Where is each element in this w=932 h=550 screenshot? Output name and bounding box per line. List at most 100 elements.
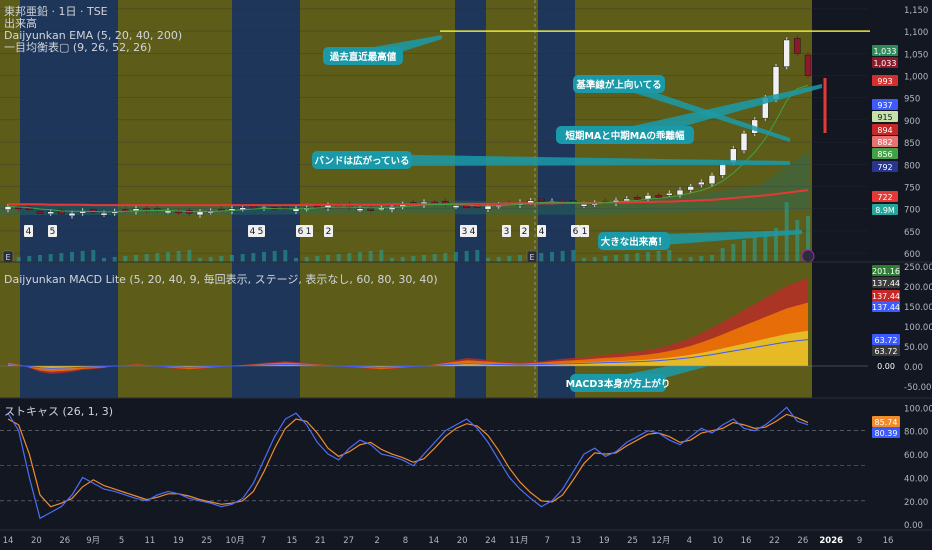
time-axis-label: 19 bbox=[173, 536, 184, 546]
stage-band bbox=[232, 0, 300, 398]
price-badge-label: 937 bbox=[877, 101, 892, 110]
volume-bar bbox=[326, 255, 330, 262]
price-badge-label: 792 bbox=[877, 163, 892, 172]
time-axis-label: 14 bbox=[428, 536, 439, 546]
volume-bar bbox=[347, 253, 352, 262]
stage-number: 5 bbox=[258, 227, 264, 237]
stage-number: 3 bbox=[504, 227, 510, 237]
candle-body bbox=[783, 39, 790, 67]
time-axis-label: 26 bbox=[797, 536, 808, 546]
price-tick-label: 750 bbox=[904, 184, 920, 194]
macd-legend[interactable]: Daijyunkan MACD Lite (5, 20, 40, 9, 毎回表示… bbox=[4, 274, 438, 286]
candle-body bbox=[676, 189, 684, 196]
stage-number: 4 bbox=[250, 227, 256, 237]
stage-band bbox=[118, 0, 232, 398]
candle-body bbox=[538, 198, 545, 202]
stage-number: 1 bbox=[306, 227, 312, 237]
time-axis-label: 2 bbox=[374, 536, 379, 546]
candle-body bbox=[100, 212, 108, 216]
volume-bar bbox=[112, 257, 117, 262]
volume-bar bbox=[742, 240, 746, 262]
time-axis-label: 20 bbox=[457, 536, 468, 546]
volume-bar bbox=[603, 256, 608, 262]
legend-stoch[interactable]: ストキャス (26, 1, 3) bbox=[4, 406, 113, 418]
stoch-legend[interactable]: ストキャス (26, 1, 3) bbox=[4, 406, 113, 418]
annotation-text: MACD3本身が方上がり bbox=[566, 378, 671, 390]
price-badge-label: 8.9M bbox=[875, 206, 895, 215]
time-axis-label: 25 bbox=[201, 536, 212, 546]
candle-body bbox=[356, 208, 364, 211]
candle-body bbox=[250, 205, 257, 209]
volume-bar bbox=[678, 258, 682, 262]
time-axis-label: 12月 bbox=[651, 536, 670, 546]
volume-bar bbox=[315, 256, 320, 262]
stage-number: 4 bbox=[470, 227, 476, 237]
candle-body bbox=[655, 195, 662, 198]
stage-band bbox=[530, 0, 538, 398]
macd-badge-label: 137.44 bbox=[872, 279, 900, 288]
volume-bar bbox=[91, 250, 96, 262]
time-axis-label: 10月 bbox=[225, 536, 244, 546]
volume-bar bbox=[102, 258, 106, 262]
volume-bar bbox=[518, 255, 522, 262]
time-axis-label: 8 bbox=[403, 536, 408, 546]
volume-bar bbox=[208, 257, 213, 262]
volume-bar bbox=[688, 257, 693, 262]
annotation-text: バンドは広がっている bbox=[314, 155, 409, 167]
stage-band bbox=[20, 0, 118, 398]
price-tick-label: 600 bbox=[904, 250, 920, 260]
candle-body bbox=[452, 205, 460, 208]
time-axis-label: 16 bbox=[741, 536, 752, 546]
stoch-tick-label: 80.00 bbox=[904, 428, 928, 438]
volume-bar bbox=[710, 255, 714, 262]
legend-macd[interactable]: Daijyunkan MACD Lite (5, 20, 40, 9, 毎回表示… bbox=[4, 274, 438, 286]
macd-badge-label: 63.72 bbox=[875, 347, 898, 356]
price-badge-label: 894 bbox=[877, 126, 892, 135]
time-axis-label: 5 bbox=[119, 536, 124, 546]
stage-number: 4 bbox=[539, 227, 545, 237]
volume-bar bbox=[27, 256, 32, 262]
price-badge-label: 993 bbox=[877, 77, 892, 86]
price-badge-label: 915 bbox=[877, 113, 892, 122]
macd-badge-label: 201.16 bbox=[872, 267, 900, 276]
price-badge-label: 1,033 bbox=[874, 59, 897, 68]
time-axis-label: 15 bbox=[286, 536, 297, 546]
time-axis-label: 24 bbox=[485, 536, 496, 546]
legend-ichimoku[interactable]: 一目均衡表▢ (9, 26, 52, 26) bbox=[4, 42, 182, 54]
time-axis-label: 20 bbox=[31, 536, 42, 546]
macd-badge-label: 137.44 bbox=[872, 303, 900, 312]
candle-body bbox=[47, 211, 54, 215]
future-area bbox=[812, 0, 870, 398]
price-tick-label: 800 bbox=[904, 161, 920, 171]
stage-number: 4 bbox=[26, 227, 32, 237]
candle-body bbox=[740, 133, 748, 151]
volume-bar bbox=[123, 256, 128, 262]
volume-bar bbox=[432, 254, 437, 262]
earnings-marker-label: E bbox=[5, 253, 10, 262]
volume-bar bbox=[464, 251, 469, 262]
volume-bar bbox=[219, 256, 224, 262]
volume-bar bbox=[240, 254, 245, 262]
stoch-badge-label: 85.74 bbox=[875, 418, 898, 427]
stage-number: 5 bbox=[50, 227, 56, 237]
time-axis-label: 11 bbox=[145, 536, 156, 546]
volume-bar bbox=[16, 257, 21, 262]
main-legend[interactable]: 東邦亜鉛 · 1日 · TSE 出来高 Daijyunkan EMA (5, 2… bbox=[4, 6, 182, 54]
volume-bar bbox=[496, 257, 501, 262]
annotation-text: 過去直近最高値 bbox=[329, 51, 397, 63]
volume-bar bbox=[187, 250, 192, 262]
time-axis-label: 2026 bbox=[819, 536, 843, 546]
macd-tick-label: 100.00 bbox=[904, 323, 932, 333]
volume-bar bbox=[614, 255, 618, 262]
candle-body bbox=[68, 212, 76, 217]
lightning-icon bbox=[801, 249, 815, 263]
stage-number: 6 bbox=[298, 227, 304, 237]
macd-tick-label: 200.00 bbox=[904, 283, 932, 293]
candle-body bbox=[36, 211, 44, 214]
volume-bar bbox=[262, 252, 266, 262]
candle-body bbox=[687, 186, 694, 191]
price-tick-label: 900 bbox=[904, 117, 920, 127]
macd-tick-label: 0.00 bbox=[904, 363, 923, 373]
volume-bar bbox=[38, 255, 42, 262]
volume-bar bbox=[368, 251, 373, 262]
